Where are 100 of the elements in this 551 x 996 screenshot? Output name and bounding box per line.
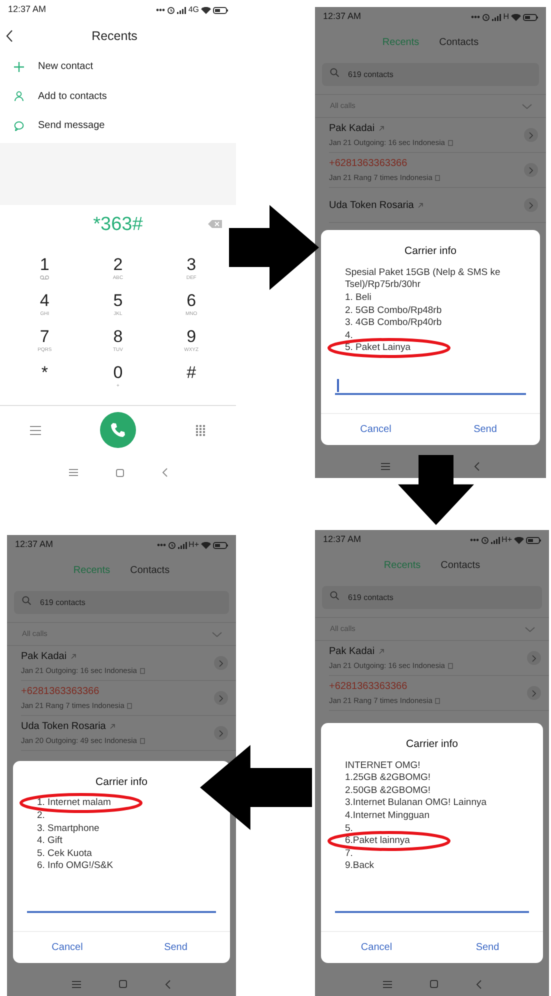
call-row[interactable]: Uda Token Rosaria <box>329 188 546 223</box>
menu-icon[interactable] <box>30 426 41 434</box>
menu-icon[interactable] <box>381 462 390 470</box>
details-button[interactable] <box>524 128 538 142</box>
contact-name: +6281363363366 <box>329 157 408 172</box>
chevron-right-icon <box>219 730 223 736</box>
search-field[interactable]: 619 contacts <box>14 591 229 614</box>
status-time: 12:37 AM <box>323 10 362 24</box>
more-icon <box>156 543 166 547</box>
menu-option: 9.Back <box>345 860 519 873</box>
menu-option: Spesial Paket 15GB (Nelp & SMS ke Tsel)/Rp75rb/30hr <box>345 266 516 292</box>
alarm-icon <box>167 6 176 14</box>
menu-option: INTERNET OMG! <box>345 760 519 772</box>
menu-option: 5. <box>345 822 519 836</box>
alarm-icon <box>480 536 489 544</box>
search-field[interactable]: 619 contacts <box>322 586 542 609</box>
outgoing-arrow-icon <box>418 202 423 208</box>
menu-option: 1.25GB &2GBOMG! <box>345 772 519 785</box>
signal-icon <box>492 14 502 20</box>
tab[interactable]: Contacts <box>130 562 170 578</box>
action-item[interactable]: New contact <box>38 59 94 74</box>
home-icon[interactable] <box>119 980 127 988</box>
menu-option: 1. Beli <box>345 292 516 305</box>
menu-option: 5. Paket Lainya <box>345 342 516 355</box>
signal-icon <box>490 536 500 544</box>
dialog-button[interactable]: Send <box>432 932 543 963</box>
status-time: 12:37 AM <box>323 533 362 546</box>
home-icon[interactable] <box>430 980 438 988</box>
action-item[interactable]: Add to contacts <box>38 88 107 104</box>
tab[interactable]: Contacts <box>440 558 480 572</box>
back-icon[interactable] <box>6 30 13 42</box>
menu-icon[interactable] <box>72 980 81 988</box>
dial-key[interactable]: # <box>166 362 216 398</box>
network-label: H+ <box>502 534 512 546</box>
menu-icon[interactable] <box>68 469 78 476</box>
arrow-left-icon <box>200 745 312 830</box>
dialog-title: Carrier info <box>94 774 148 790</box>
contact-name: Pak Kadai <box>21 650 67 664</box>
battery-icon <box>526 536 541 544</box>
reply-field[interactable] <box>335 377 526 395</box>
search-field[interactable]: 619 contacts <box>322 63 539 86</box>
details-button[interactable] <box>214 691 228 705</box>
more-icon <box>470 538 479 542</box>
action-item[interactable]: Send message <box>38 118 105 134</box>
battery-icon <box>523 14 538 20</box>
chevron-down-icon <box>525 626 535 632</box>
details-button[interactable] <box>214 726 228 740</box>
network-label: H <box>503 11 509 23</box>
more-icon <box>156 8 166 12</box>
chevron-right-icon <box>219 660 223 666</box>
dial-key[interactable]: * <box>20 362 70 398</box>
contact-name: +6281363363366 <box>329 680 408 694</box>
details-button[interactable] <box>527 651 541 665</box>
status-time: 12:37 AM <box>15 538 54 552</box>
screen-title: Recents <box>90 28 138 45</box>
keypad-icon[interactable] <box>196 424 206 436</box>
wifi-icon <box>201 542 211 548</box>
battery-icon <box>213 6 228 14</box>
menu-option: 3. 4GB Combo/Rp40rb <box>345 317 516 330</box>
signal-icon <box>177 6 186 14</box>
menu-option: 2.50GB &2GBOMG! <box>345 784 519 798</box>
contact-name: Pak Kadai <box>329 122 375 136</box>
alarm-icon <box>482 13 490 21</box>
arrow-right-icon <box>229 205 319 290</box>
sim-icon <box>127 703 132 709</box>
chevron-right-icon <box>529 132 533 138</box>
network-label: H+ <box>188 539 199 551</box>
phone-icon <box>110 422 126 438</box>
dialog-title: Carrier info <box>405 736 459 752</box>
menu-option: 6. Info OMG!/S&K <box>37 860 206 873</box>
dial-key[interactable]: 1 <box>20 254 70 290</box>
menu-option: 5. Cek Kuota <box>37 848 206 860</box>
contact-name: Uda Token Rosaria <box>329 198 414 212</box>
dialog-button[interactable]: Cancel <box>321 932 432 963</box>
call-button[interactable] <box>100 412 136 448</box>
dialog-button[interactable]: Send <box>430 414 540 445</box>
dialog-button[interactable]: Cancel <box>13 932 122 963</box>
details-button[interactable] <box>524 198 538 212</box>
dialog-button[interactable]: Send <box>122 932 230 963</box>
details-button[interactable] <box>214 656 228 670</box>
menu-option: 7. <box>345 848 519 860</box>
menu-option: 4.Internet Mingguan <box>345 810 519 823</box>
chevron-down-icon <box>212 632 222 636</box>
contact-name: Pak Kadai <box>329 645 375 660</box>
sim-icon <box>435 175 440 181</box>
tab[interactable]: Contacts <box>439 34 479 50</box>
menu-icon[interactable] <box>382 980 392 988</box>
sim-icon <box>448 663 453 669</box>
home-icon[interactable] <box>116 468 124 476</box>
chevron-down-icon <box>522 104 532 108</box>
sim-icon <box>140 738 145 744</box>
details-button[interactable] <box>527 686 541 700</box>
alarm-icon <box>168 541 176 549</box>
dialog-button[interactable]: Cancel <box>321 414 430 445</box>
details-button[interactable] <box>524 163 538 177</box>
menu-option: 2. 5GB Combo/Rp48rb <box>345 304 516 318</box>
status-time: 12:37 AM <box>8 3 46 16</box>
backspace-icon[interactable] <box>208 220 222 228</box>
sim-icon <box>448 140 453 146</box>
menu-option: 1. Internet malam <box>37 797 206 810</box>
